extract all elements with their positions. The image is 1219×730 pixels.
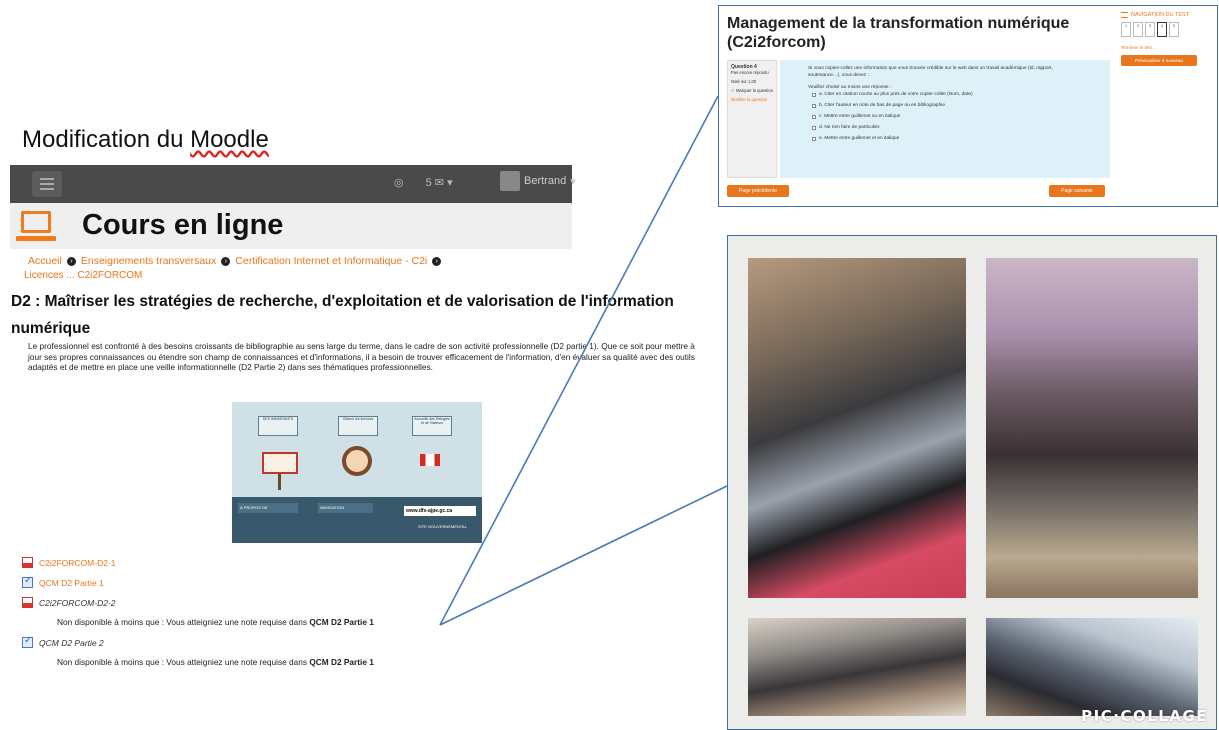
connector-line-to-quiz <box>439 95 719 626</box>
connector-line-to-collage <box>439 485 728 626</box>
connector-lines <box>439 95 728 626</box>
